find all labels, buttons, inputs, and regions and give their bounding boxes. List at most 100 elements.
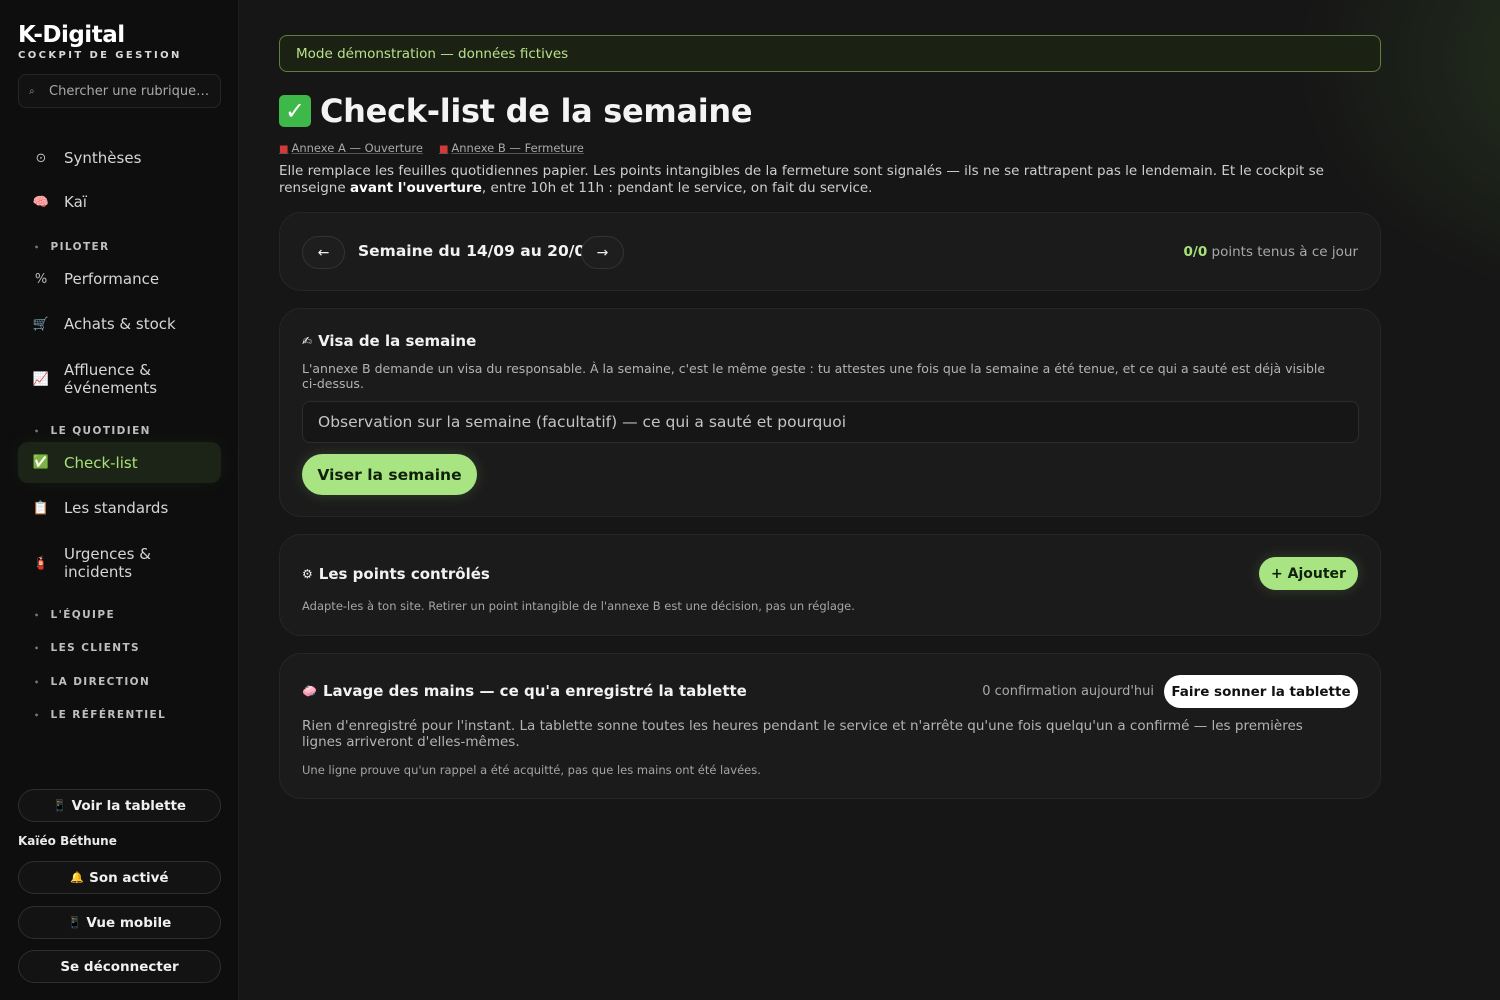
week-label: Semaine du 14/09 au 20/09 (358, 242, 596, 260)
clipboard-icon: 📋 (32, 500, 50, 516)
wash-description: Rien d'enregistré pour l'instant. La tab… (302, 718, 1303, 750)
intro-text: Elle remplace les feuilles quotidiennes … (279, 163, 1389, 197)
arrow-left-icon: ← (317, 244, 330, 261)
sidebar-item-label: Check-list (64, 453, 138, 472)
demo-banner: Mode démonstration — données fictives (279, 35, 1381, 72)
ring-tablet-button[interactable]: Faire sonner la tablette (1164, 675, 1358, 708)
visa-title: ✍ Visa de la semaine (302, 332, 476, 350)
section-piloter[interactable]: • PILOTER (34, 241, 110, 253)
visa-card: ✍ Visa de la semaine L'annexe B demande … (279, 308, 1381, 517)
check-mark-icon: ✓ (279, 95, 311, 127)
sidebar-item-label: Performance (64, 270, 160, 288)
sidebar-item-label: Les standards (64, 499, 169, 517)
annex-b-label: Annexe B — Fermeture (451, 141, 584, 155)
sidebar-item-achats-stock[interactable]: 🛒 Achats & stock (18, 306, 221, 342)
bullet-icon: • (34, 242, 41, 252)
target-icon: ⊙ (35, 150, 47, 166)
extinguisher-icon: 🧯 (32, 555, 50, 571)
logout-button[interactable]: Se déconnecter (18, 950, 221, 983)
wash-note: Une ligne prouve qu'un rappel a été acqu… (302, 763, 761, 777)
visa-week-button[interactable]: Viser la semaine (302, 454, 477, 495)
hand-wash-card: 🧼 Lavage des mains — ce qu'a enregistré … (279, 653, 1381, 799)
section-label: LE RÉFÉRENTIEL (50, 709, 167, 721)
gear-icon: ⚙ (302, 567, 313, 581)
bullet-icon: • (34, 643, 41, 653)
section-label: LE QUOTIDIEN (50, 425, 151, 437)
points-title-text: Les points contrôlés (318, 565, 490, 583)
wash-title-text: Lavage des mains — ce qu'a enregistré la… (322, 682, 747, 700)
section-label: PILOTER (50, 241, 110, 253)
brand-subtitle: COCKPIT DE GESTION (18, 50, 182, 61)
section-label: L'ÉQUIPE (50, 609, 116, 621)
sidebar-item-label: Synthèses (64, 149, 142, 167)
percent-icon: % (34, 271, 48, 287)
check-box-icon: ✅ (32, 455, 50, 470)
page-title: ✓ Check-list de la semaine (279, 92, 753, 130)
sidebar-item-affluence[interactable]: 📈 Affluence & événements (18, 358, 221, 400)
section-quotidien[interactable]: • LE QUOTIDIEN (34, 425, 151, 437)
mobile-view-label: Vue mobile (86, 914, 172, 931)
visa-title-text: Visa de la semaine (318, 332, 477, 350)
bell-icon: 🔔 (70, 871, 85, 884)
section-clients[interactable]: • LES CLIENTS (34, 642, 140, 654)
book-icon: ■ (438, 144, 449, 155)
intro-bold: avant l'ouverture (349, 180, 482, 196)
phone-icon: 📱 (67, 916, 82, 929)
search-box[interactable]: ⌕ (18, 74, 221, 108)
chart-up-icon: 📈 (32, 371, 50, 387)
brain-icon: 🧠 (32, 194, 50, 210)
next-week-button[interactable]: → (581, 236, 624, 269)
sidebar-item-syntheses[interactable]: ⊙ Synthèses (18, 140, 221, 176)
annex-a-label: Annexe A — Ouverture (291, 141, 423, 155)
writing-hand-icon: ✍ (302, 334, 313, 348)
sound-label: Son activé (89, 869, 169, 886)
annex-links: ■ Annexe A — Ouverture ■ Annexe B — Fermet… (279, 141, 600, 155)
phone-icon: 📱 (52, 799, 67, 812)
section-referentiel[interactable]: • LE RÉFÉRENTIEL (34, 709, 166, 721)
sidebar-item-label: Kaï (64, 193, 87, 211)
sound-toggle-button[interactable]: 🔔 Son activé (18, 861, 221, 894)
page-title-text: Check-list de la semaine (320, 92, 753, 130)
sidebar-item-check-list[interactable]: ✅ Check-list (18, 442, 221, 483)
score-label: points tenus à ce jour (1207, 244, 1359, 260)
week-score: 0/0 points tenus à ce jour (1184, 244, 1359, 260)
points-description: Adapte-les à ton site. Retirer un point … (302, 599, 855, 613)
section-equipe[interactable]: • L'ÉQUIPE (34, 609, 115, 621)
search-input[interactable] (49, 83, 209, 99)
cart-icon: 🛒 (32, 316, 50, 332)
bullet-icon: • (34, 677, 41, 687)
sidebar-item-label: Affluence & événements (64, 361, 158, 397)
annex-a-link[interactable]: ■ Annexe A — Ouverture (279, 141, 423, 155)
section-label: LES CLIENTS (50, 642, 140, 654)
soap-icon: 🧼 (302, 684, 317, 698)
brand-title: K-Digital (18, 22, 125, 48)
wash-title: 🧼 Lavage des mains — ce qu'a enregistré … (302, 682, 747, 700)
mobile-view-button[interactable]: 📱 Vue mobile (18, 906, 221, 939)
bullet-icon: • (34, 710, 41, 720)
view-tablet-button[interactable]: 📱 Voir la tablette (18, 789, 221, 822)
sidebar-item-urgences[interactable]: 🧯 Urgences & incidents (18, 542, 221, 584)
sidebar: K-Digital COCKPIT DE GESTION ⌕ ⊙ Synthès… (0, 0, 239, 1000)
sidebar-item-label: Urgences & incidents (64, 545, 151, 581)
user-name: Kaïéo Béthune (18, 834, 117, 848)
logout-label: Se déconnecter (60, 958, 179, 975)
sidebar-item-kai[interactable]: 🧠 Kaï (18, 184, 221, 220)
add-point-button[interactable]: + Ajouter (1259, 557, 1358, 590)
controlled-points-card: ⚙ Les points contrôlés + Ajouter Adapte-… (279, 534, 1381, 636)
points-title: ⚙ Les points contrôlés (302, 565, 490, 583)
book-icon: ■ (279, 144, 289, 155)
previous-week-button[interactable]: ← (302, 236, 345, 269)
intro-part2: , entre 10h et 11h : pendant le service,… (481, 180, 873, 196)
annex-b-link[interactable]: ■ Annexe B — Fermeture (439, 141, 584, 155)
sidebar-item-standards[interactable]: 📋 Les standards (18, 490, 221, 526)
view-tablet-label: Voir la tablette (71, 797, 187, 814)
section-direction[interactable]: • LA DIRECTION (34, 676, 150, 688)
sidebar-item-performance[interactable]: % Performance (18, 261, 221, 297)
sidebar-item-label: Achats & stock (64, 315, 176, 333)
arrow-right-icon: → (596, 244, 609, 261)
section-label: LA DIRECTION (50, 676, 151, 688)
score-value: 0/0 (1183, 244, 1208, 260)
bullet-icon: • (34, 610, 41, 620)
visa-description: L'annexe B demande un visa du responsabl… (302, 361, 1326, 391)
observation-input[interactable] (302, 401, 1359, 443)
